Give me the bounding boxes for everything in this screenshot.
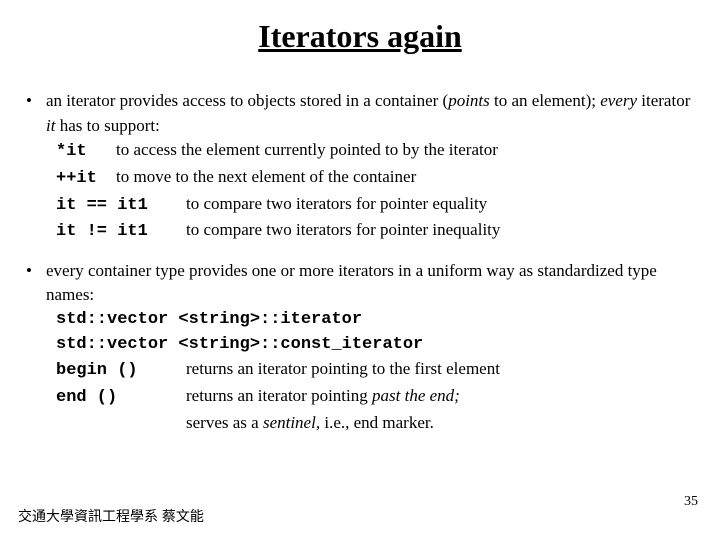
text: has to support: [55,116,159,135]
text: serves as a [186,413,263,432]
text: iterator [637,91,690,110]
text: i.e., end marker. [320,413,434,432]
def-row: it != it1 to compare two iterators for p… [56,218,694,245]
code-term: std::vector <string>::const_iterator [56,333,423,358]
text: points [448,91,490,110]
code-term: std::vector <string>::iterator [56,308,362,333]
text: past the end; [372,386,460,405]
def-row: *it to access the element currently poin… [56,138,694,165]
code-line: std::vector <string>::const_iterator [56,333,694,358]
code-term: begin () [56,359,186,384]
text: every [600,91,637,110]
code-term: it != it1 [56,220,186,245]
def-text: returns an iterator pointing to the firs… [186,357,500,382]
def-text: to access the element currently pointed … [116,138,498,163]
def-text: to move to the next element of the conta… [116,165,416,190]
def-text: to compare two iterators for pointer equ… [186,192,487,217]
code-term: it == it1 [56,194,186,219]
def-text: returns an iterator pointing past the en… [186,384,460,409]
bullet1-intro: an iterator provides access to objects s… [46,89,694,138]
code-term: end () [56,386,186,411]
text: an iterator provides access to objects s… [46,91,448,110]
code-term: ++it [56,167,116,192]
def-row: it == it1 to compare two iterators for p… [56,192,694,219]
text: sentinel, [263,413,320,432]
def-text: to compare two iterators for pointer ine… [186,218,500,243]
bullet-item-1: an iterator provides access to objects s… [26,89,694,245]
code-term: *it [56,140,116,165]
def-row: begin () returns an iterator pointing to… [56,357,694,384]
def-row: serves as a sentinel, i.e., end marker. [56,411,694,436]
page-title: Iterators again [26,18,694,55]
bullet-item-2: every container type provides one or mor… [26,259,694,435]
definition-rows: *it to access the element currently poin… [56,138,694,245]
bullet2-intro: every container type provides one or mor… [46,259,694,308]
footer-text: 交通大學資訊工程學系 蔡文能 [18,506,204,526]
text: to an element); [490,91,600,110]
def-row: end () returns an iterator pointing past… [56,384,694,411]
text: returns an iterator pointing [186,386,372,405]
definition-rows: std::vector <string>::iterator std::vect… [56,308,694,435]
def-text: serves as a sentinel, i.e., end marker. [186,411,434,436]
def-row: ++it to move to the next element of the … [56,165,694,192]
bullet-list: an iterator provides access to objects s… [26,89,694,435]
page-number: 35 [684,494,698,510]
code-line: std::vector <string>::iterator [56,308,694,333]
